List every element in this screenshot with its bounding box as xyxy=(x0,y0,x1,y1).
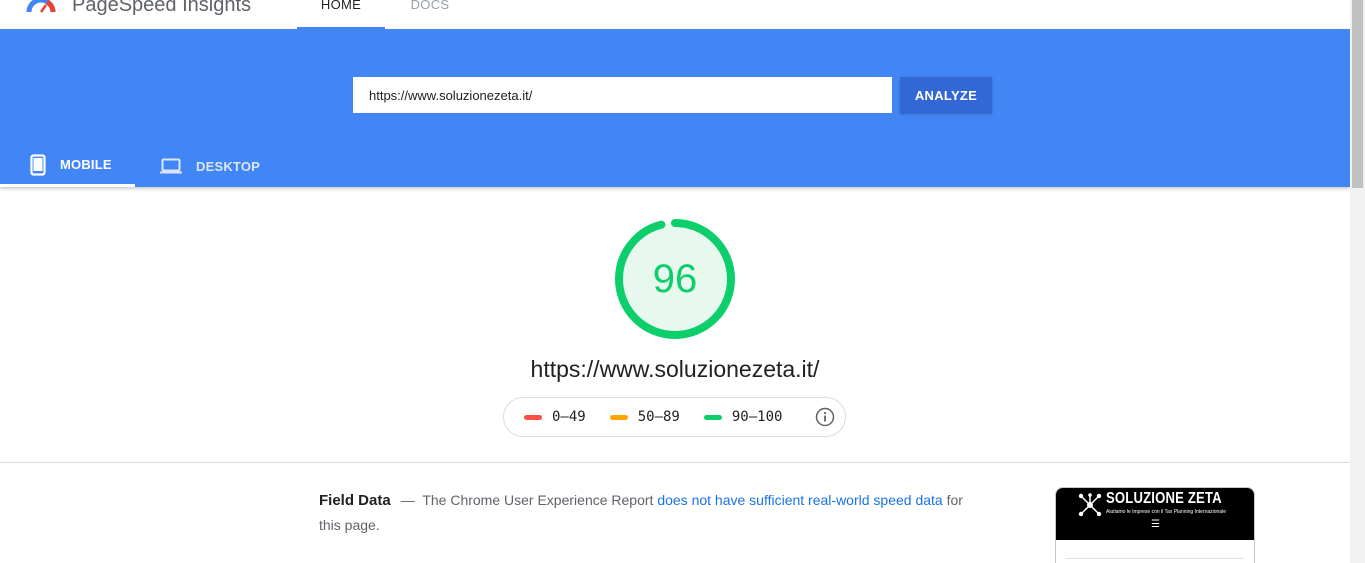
analysis-header: ANALYZE MOBILE DESKTOP xyxy=(0,29,1350,187)
legend-swatch-green xyxy=(703,414,722,420)
analyze-button[interactable]: ANALYZE xyxy=(900,77,992,113)
page-screenshot-thumbnail: SOLUZIONE ZETA Aiutiamo le Imprese con i… xyxy=(1055,487,1255,563)
analyzed-page-url: https://www.soluzionezeta.it/ xyxy=(530,356,820,382)
field-data-title: Field Data xyxy=(319,492,391,509)
network-logo-icon xyxy=(1078,493,1102,517)
tab-desktop-label: DESKTOP xyxy=(196,158,261,174)
legend-swatch-orange xyxy=(609,414,628,420)
tab-mobile[interactable]: MOBILE xyxy=(0,145,135,187)
url-input[interactable] xyxy=(353,77,892,113)
field-data-section: Field Data — The Chrome User Experience R… xyxy=(319,488,979,538)
legend-item-fail: 0–49 xyxy=(524,409,586,425)
tab-mobile-label: MOBILE xyxy=(60,157,112,172)
thumbnail-brand-name: SOLUZIONE ZETA xyxy=(1106,490,1222,507)
score-legend: 0–49 50–89 90–100 xyxy=(503,397,846,437)
info-icon[interactable] xyxy=(815,407,835,427)
legend-label-average: 50–89 xyxy=(637,409,680,425)
legend-item-average: 50–89 xyxy=(609,409,680,425)
crux-link[interactable]: does not have sufficient real-world spee… xyxy=(657,492,942,508)
scrollbar-thumb[interactable] xyxy=(1352,0,1363,188)
top-bar: PageSpeed Insights HOME DOCS xyxy=(0,0,1350,29)
legend-label-fail: 0–49 xyxy=(552,409,586,425)
pagespeed-logo-icon[interactable] xyxy=(26,0,56,20)
nav-tab-docs[interactable]: DOCS xyxy=(380,0,480,29)
thumbnail-site-header: SOLUZIONE ZETA Aiutiamo le Imprese con i… xyxy=(1056,488,1254,540)
thumbnail-content-line xyxy=(1066,558,1244,559)
field-data-text: The Chrome User Experience Report xyxy=(422,492,654,508)
hamburger-menu-icon: ☰ xyxy=(1151,519,1160,530)
field-data-dash: — xyxy=(400,492,415,508)
app-title: PageSpeed Insights xyxy=(72,0,252,16)
legend-swatch-red xyxy=(524,414,542,420)
legend-item-pass: 90–100 xyxy=(703,409,783,425)
mobile-phone-icon xyxy=(30,153,46,176)
tab-desktop[interactable]: DESKTOP xyxy=(160,145,280,187)
laptop-icon xyxy=(160,158,182,174)
vertical-scrollbar[interactable] xyxy=(1350,0,1365,563)
performance-score: 96 xyxy=(652,257,698,301)
nav-tab-home[interactable]: HOME xyxy=(297,0,385,29)
pagespeed-page: PageSpeed Insights HOME DOCS ANALYZE MOB… xyxy=(0,0,1365,563)
thumbnail-tagline: Aiutiamo le Imprese con il Tax Planning … xyxy=(1106,509,1226,515)
legend-label-pass: 90–100 xyxy=(731,409,783,425)
section-divider xyxy=(0,462,1350,463)
